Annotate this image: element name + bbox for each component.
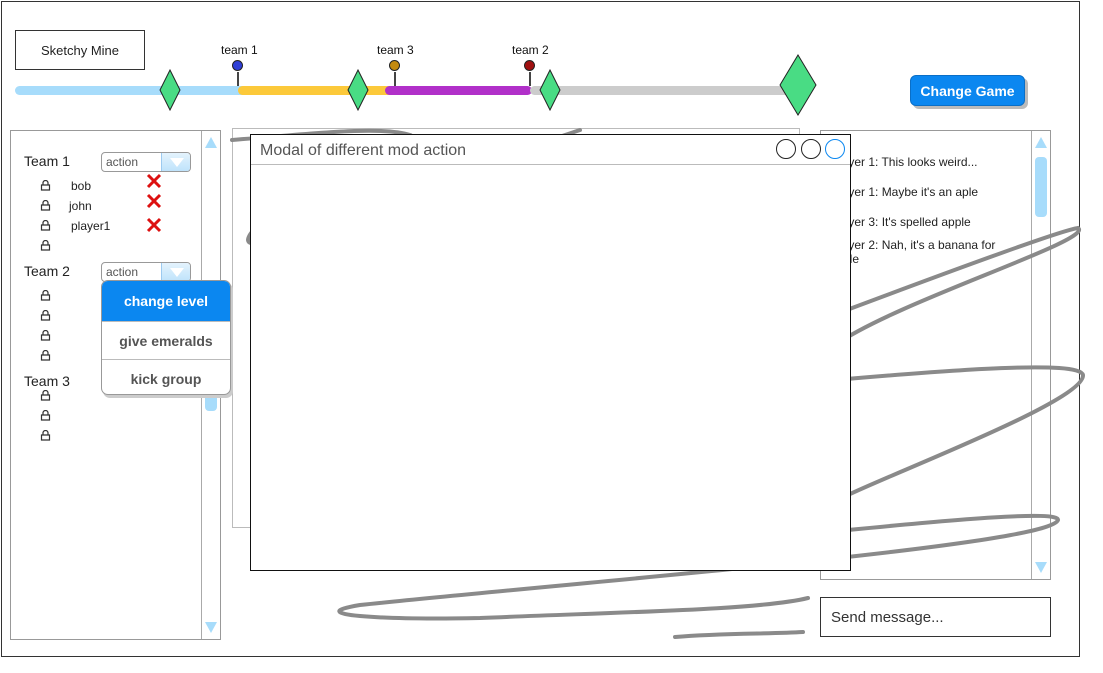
chat-message: Player 3: It's spelled apple xyxy=(831,215,971,229)
player-name: bob xyxy=(71,179,92,193)
marker-label-team1: team 1 xyxy=(221,43,258,57)
user-icon xyxy=(40,430,51,441)
menu-item-change-level[interactable]: change level xyxy=(102,281,230,321)
scroll-up-icon[interactable] xyxy=(205,137,217,148)
user-icon xyxy=(40,410,51,421)
modal-title: Modal of different mod action xyxy=(260,142,467,159)
team2-action-select[interactable]: action xyxy=(101,262,191,282)
action-menu: change level give emeralds kick group xyxy=(101,280,231,395)
progress-segment-team1 xyxy=(238,86,396,95)
user-icon xyxy=(40,180,51,191)
modal-header-divider xyxy=(251,164,850,165)
marker-pin-team1 xyxy=(232,60,243,71)
action-select-value: action xyxy=(106,155,139,169)
user-icon xyxy=(40,200,51,211)
user-icon xyxy=(40,310,51,321)
progress-segment-start xyxy=(15,86,250,95)
mod-action-modal: Modal of different mod action xyxy=(250,134,851,571)
chat-message: Player 1: Maybe it's an aple xyxy=(831,185,979,199)
team-name: Team 3 xyxy=(24,373,70,389)
team1-action-select[interactable]: action xyxy=(101,152,191,172)
marker-label-team3: team 3 xyxy=(377,43,414,57)
player-name: player1 xyxy=(71,219,111,233)
marker-stem xyxy=(394,72,396,86)
menu-item-give-emeralds[interactable]: give emeralds xyxy=(102,321,230,359)
minimize-button[interactable] xyxy=(776,139,796,159)
chat-message: Player 2: Nah, it's a banana for scale xyxy=(831,238,996,266)
action-select-value: action xyxy=(106,265,139,279)
user-icon xyxy=(40,220,51,231)
chevron-down-icon[interactable] xyxy=(161,263,190,281)
app-logo-text: Sketchy Mine xyxy=(40,42,120,58)
chevron-down-icon[interactable] xyxy=(161,153,190,171)
marker-pin-team2 xyxy=(524,60,535,71)
remove-player-icon[interactable] xyxy=(146,173,162,189)
scroll-down-icon[interactable] xyxy=(205,622,217,633)
chat-panel: Player 1: This looks weird... Player 1: … xyxy=(820,130,1051,580)
send-message-input[interactable] xyxy=(820,597,1051,637)
team-name: Team 1 xyxy=(24,153,70,169)
remove-player-icon[interactable] xyxy=(146,217,162,233)
scroll-up-icon[interactable] xyxy=(1035,137,1047,148)
scroll-down-icon[interactable] xyxy=(1035,562,1047,573)
marker-stem xyxy=(529,72,531,86)
scroll-thumb[interactable] xyxy=(1035,157,1047,217)
maximize-button[interactable] xyxy=(801,139,821,159)
marker-label-team2: team 2 xyxy=(512,43,549,57)
user-icon xyxy=(40,330,51,341)
team-name: Team 2 xyxy=(24,263,70,279)
user-icon xyxy=(40,350,51,361)
remove-player-icon[interactable] xyxy=(146,193,162,209)
user-icon xyxy=(40,290,51,301)
user-icon xyxy=(40,240,51,251)
marker-pin-team3 xyxy=(389,60,400,71)
close-button[interactable] xyxy=(825,139,845,159)
chat-scrollbar[interactable] xyxy=(1031,131,1050,579)
player-name: john xyxy=(69,199,92,213)
user-icon xyxy=(40,390,51,401)
chat-message: Player 1: This looks weird... xyxy=(831,155,978,169)
progress-segment-team3 xyxy=(385,86,532,95)
app-logo: Sketchy Mine xyxy=(15,30,145,70)
marker-stem xyxy=(237,72,239,86)
progress-segment-remaining xyxy=(530,86,800,95)
change-game-button[interactable]: Change Game xyxy=(910,75,1025,106)
menu-item-kick-group[interactable]: kick group xyxy=(102,359,230,394)
